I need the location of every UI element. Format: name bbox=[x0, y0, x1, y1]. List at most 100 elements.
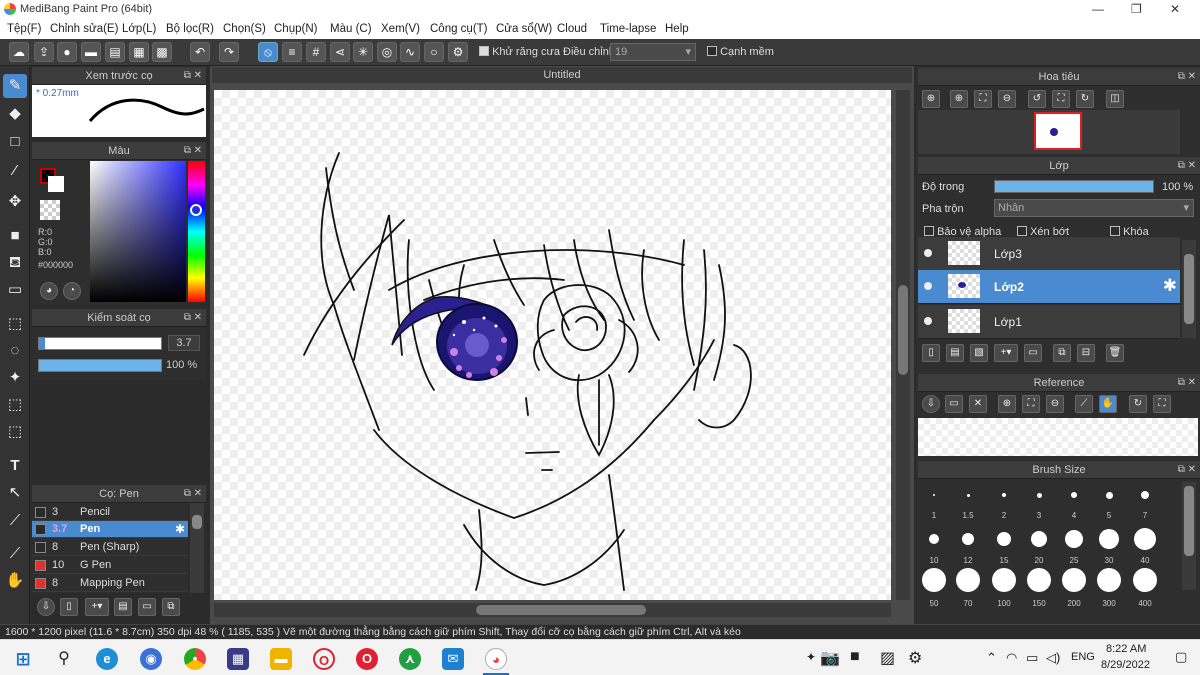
canvas-horizontal-scrollbar[interactable] bbox=[214, 603, 891, 617]
brush-size-option[interactable] bbox=[1002, 493, 1006, 497]
reference-fit-icon[interactable]: ⛶ bbox=[1022, 395, 1040, 413]
brush-size-option[interactable] bbox=[1134, 528, 1156, 550]
clock-date[interactable]: 8/29/2022 bbox=[1101, 659, 1150, 671]
folder-icon[interactable]: ▭ bbox=[138, 598, 156, 616]
magic-wand-tool-icon[interactable]: ✦ bbox=[3, 366, 27, 390]
brush-opacity-slider[interactable] bbox=[38, 359, 162, 372]
app-icon[interactable]: ⋏ bbox=[399, 648, 421, 670]
antialias-checkbox[interactable] bbox=[479, 46, 489, 56]
menu-select[interactable]: Chọn(S) bbox=[223, 23, 266, 35]
volume-icon[interactable]: ◁) bbox=[1046, 650, 1060, 666]
camera-icon[interactable]: 📷 bbox=[820, 648, 840, 668]
grid-icon[interactable]: ▦ bbox=[129, 42, 149, 62]
color-mixer-icon[interactable]: ◔ bbox=[63, 282, 81, 300]
eyedropper-tool-icon[interactable]: ⟋ bbox=[3, 509, 27, 533]
hand-tool-icon[interactable]: ✋ bbox=[3, 569, 27, 593]
rotate-right-icon[interactable]: ↻ bbox=[1076, 90, 1094, 108]
opera-gx-icon[interactable]: O bbox=[313, 648, 335, 670]
lock-checkbox[interactable] bbox=[1110, 226, 1120, 236]
brush-size-option[interactable] bbox=[1036, 492, 1042, 498]
gear-icon[interactable]: ⚙ bbox=[908, 648, 922, 668]
close-button[interactable]: ✕ bbox=[1170, 2, 1180, 16]
battery-icon[interactable]: ▭ bbox=[1026, 650, 1038, 666]
brush-size-option[interactable] bbox=[962, 533, 974, 545]
brush-size-scroll-thumb[interactable] bbox=[1184, 486, 1194, 556]
edge-icon[interactable]: e bbox=[96, 648, 118, 670]
brush-item-pen-sharp[interactable]: 8 Pen (Sharp) bbox=[32, 539, 188, 556]
reference-zoom-out-icon[interactable]: ⊖ bbox=[1046, 395, 1064, 413]
clipping-checkbox[interactable] bbox=[1017, 226, 1027, 236]
brush-item-pencil[interactable]: 3 Pencil bbox=[32, 504, 188, 521]
curve-snap-icon[interactable]: ∿ bbox=[400, 42, 420, 62]
brush-size-option[interactable] bbox=[956, 568, 980, 592]
bucket-tool-icon[interactable]: ⛾ bbox=[3, 251, 27, 275]
cloud-download-icon[interactable]: ⇩ bbox=[37, 598, 55, 616]
hue-handle[interactable] bbox=[190, 204, 202, 216]
file-explorer-icon[interactable]: ▬ bbox=[270, 648, 292, 670]
upload-icon[interactable]: ⇪ bbox=[34, 42, 54, 62]
select-eraser-tool-icon[interactable]: ⬚ bbox=[3, 420, 27, 444]
layer-row[interactable]: Lớp1 bbox=[918, 305, 1180, 339]
language-indicator[interactable]: ENG bbox=[1071, 651, 1095, 663]
page-icon[interactable]: ▤ bbox=[105, 42, 125, 62]
new-layer-1bit-icon[interactable]: ▧ bbox=[970, 344, 988, 362]
settings-icon[interactable]: ⚙ bbox=[448, 42, 468, 62]
merge-layer-icon[interactable]: ⊟ bbox=[1077, 344, 1095, 362]
menu-layer[interactable]: Lớp(L) bbox=[122, 23, 156, 35]
ring-snap-icon[interactable]: ○ bbox=[424, 42, 444, 62]
adjust-select[interactable]: 19 ▾ bbox=[610, 43, 696, 61]
soft-edge-toggle[interactable]: Cạnh mềm bbox=[707, 46, 774, 58]
menu-edit[interactable]: Chỉnh sửa(E) bbox=[50, 23, 118, 35]
close-icon[interactable]: ⧉ ✕ bbox=[1178, 374, 1196, 392]
layers-scroll-thumb[interactable] bbox=[1184, 254, 1194, 324]
move-tool-icon[interactable]: ✥ bbox=[3, 190, 27, 214]
brush-size-option[interactable] bbox=[966, 493, 970, 497]
brush-tool-icon[interactable]: ✎ bbox=[3, 74, 27, 98]
tiles-icon[interactable]: ▩ bbox=[152, 42, 172, 62]
brush-list-scroll-thumb[interactable] bbox=[192, 515, 202, 529]
menu-filter[interactable]: Bộ lọc(R) bbox=[166, 23, 214, 35]
close-icon[interactable]: ⧉ ✕ bbox=[184, 485, 202, 503]
rotate-left-icon[interactable]: ↺ bbox=[1028, 90, 1046, 108]
maximize-button[interactable]: ❐ bbox=[1131, 2, 1142, 16]
close-icon[interactable]: ⧉ ✕ bbox=[1178, 157, 1196, 175]
menu-view[interactable]: Xem(V) bbox=[381, 23, 420, 35]
hue-slider[interactable] bbox=[188, 161, 205, 302]
zoom-icon[interactable]: ⊕ bbox=[922, 90, 940, 108]
reference-zoom-in-icon[interactable]: ⊕ bbox=[998, 395, 1016, 413]
layer-row[interactable]: Lớp3 bbox=[918, 237, 1180, 271]
mail-icon[interactable]: ✉ bbox=[442, 648, 464, 670]
brush-size-option[interactable] bbox=[1027, 568, 1051, 592]
duplicate-icon[interactable]: ⧉ bbox=[162, 598, 180, 616]
fit-icon[interactable]: ⛶ bbox=[974, 90, 992, 108]
reference-open-icon[interactable]: ▭ bbox=[945, 395, 963, 413]
brush-size-option[interactable] bbox=[1031, 531, 1047, 547]
redo-icon[interactable]: ↷ bbox=[219, 42, 239, 62]
menu-timelapse[interactable]: Time-lapse bbox=[600, 23, 656, 35]
gradient-tool-icon[interactable]: ▭ bbox=[3, 278, 27, 302]
duplicate-layer-icon[interactable]: ⧉ bbox=[1053, 344, 1071, 362]
brush-size-option[interactable] bbox=[1062, 568, 1086, 592]
undo-icon[interactable]: ↶ bbox=[190, 42, 210, 62]
protect-alpha-checkbox[interactable] bbox=[924, 226, 934, 236]
opera-icon[interactable]: O bbox=[356, 648, 378, 670]
gear-icon[interactable]: ✱ bbox=[175, 522, 185, 536]
select-pen-tool-icon[interactable]: ⬚ bbox=[3, 393, 27, 417]
soft-edge-checkbox[interactable] bbox=[707, 46, 717, 56]
layer-row-selected[interactable]: Lớp2 ✱ bbox=[918, 270, 1180, 304]
parallel-snap-icon[interactable]: ≡ bbox=[282, 42, 302, 62]
menu-tools[interactable]: Công cụ(T) bbox=[430, 23, 488, 35]
vertical-scroll-thumb[interactable] bbox=[898, 285, 908, 375]
new-brush-icon[interactable]: ▯ bbox=[60, 598, 78, 616]
brush-item-pen[interactable]: 3.7 Pen ✱ bbox=[32, 521, 188, 538]
antialias-toggle[interactable]: Khử răng cưa bbox=[479, 46, 560, 58]
close-icon[interactable]: ⧉ ✕ bbox=[184, 309, 202, 327]
cross-snap-icon[interactable]: # bbox=[306, 42, 326, 62]
brush-size-value[interactable]: 3.7 bbox=[168, 335, 200, 351]
search-icon[interactable]: ⚲ bbox=[53, 648, 75, 670]
layer-folder-icon[interactable]: ▭ bbox=[1024, 344, 1042, 362]
store-icon[interactable]: ▦ bbox=[227, 648, 249, 670]
chat-icon[interactable]: ● bbox=[57, 42, 77, 62]
eraser-tool-icon[interactable]: ◆ bbox=[3, 102, 27, 126]
brush-size-option[interactable] bbox=[922, 568, 946, 592]
